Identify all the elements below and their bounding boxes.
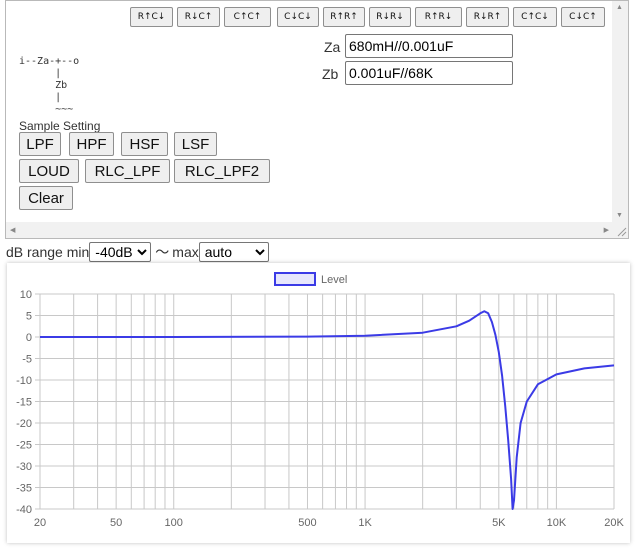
- rlc-lpf-button[interactable]: RLC_LPF: [85, 159, 170, 183]
- vertical-scrollbar[interactable]: ▲ ▼: [612, 1, 628, 222]
- lsf-button[interactable]: LSF: [174, 132, 217, 156]
- rlc-lpf2-button[interactable]: RLC_LPF2: [174, 159, 270, 183]
- x-tick-label: 5K: [492, 517, 506, 529]
- scroll-left-icon[interactable]: ◀: [10, 226, 15, 234]
- y-tick-label: 5: [26, 311, 32, 323]
- za-label: Za: [324, 39, 341, 55]
- y-tick-label: -10: [16, 375, 32, 387]
- x-tick-label: 500: [298, 517, 316, 529]
- preset-button-2[interactable]: C↑C↑: [224, 7, 271, 27]
- scroll-up-icon[interactable]: ▲: [616, 4, 623, 11]
- sample-setting-title: Sample Setting: [19, 119, 101, 133]
- range-separator: 〜: [155, 245, 170, 261]
- preset-button-4[interactable]: R↑R↑: [323, 7, 365, 27]
- preset-button-1[interactable]: R↓C↑: [177, 7, 220, 27]
- chart-canvas: 1050-5-10-15-20-25-30-35-4020 50 100 500 1K 5…: [16, 272, 624, 529]
- y-tick-label: -30: [16, 461, 32, 473]
- legend-label: Level: [321, 274, 347, 286]
- zb-label: Zb: [322, 66, 339, 82]
- y-tick-label: -25: [16, 440, 32, 452]
- preset-button-0[interactable]: R↑C↓: [130, 7, 173, 27]
- resize-handle-icon[interactable]: [612, 222, 628, 238]
- legend-swatch: [274, 272, 316, 286]
- y-tick-label: -20: [16, 418, 32, 430]
- horizontal-scrollbar[interactable]: ◀ ▶: [6, 222, 613, 238]
- clear-button[interactable]: Clear: [19, 186, 73, 210]
- y-tick-label: -15: [16, 397, 32, 409]
- y-tick-label: -35: [16, 483, 32, 495]
- y-tick-label: 10: [20, 289, 32, 301]
- lpf-button[interactable]: LPF: [19, 132, 61, 156]
- x-tick-label: 100: [165, 517, 183, 529]
- preset-button-8[interactable]: C↑C↓: [513, 7, 557, 27]
- x-tick-label: 1K: [358, 517, 372, 529]
- x-tick-label: 20K: [604, 517, 624, 529]
- hsf-button[interactable]: HSF: [121, 132, 168, 156]
- db-range-min-label: dB range min: [6, 244, 90, 260]
- preset-button-7[interactable]: R↓R↑: [466, 7, 509, 27]
- circuit-schematic: i--Za-+--o | Zb | ~~~: [19, 56, 80, 115]
- y-tick-label: 0: [26, 332, 32, 344]
- db-max-select[interactable]: auto: [198, 242, 269, 262]
- x-tick-label: 20: [34, 517, 46, 529]
- level-series-line: [40, 310, 615, 510]
- y-tick-label: -5: [22, 354, 32, 366]
- frequency-response-chart: 10 5 0 -5 -10 -15 -20 -25 -30 -35 -40 20 50 100 500 1K 5…: [7, 263, 630, 543]
- za-input[interactable]: [345, 34, 513, 58]
- preset-button-6[interactable]: R↑R↓: [415, 7, 462, 27]
- scroll-down-icon[interactable]: ▼: [616, 212, 623, 219]
- filter-settings-panel: R↑C↓ R↓C↑ C↑C↑ C↓C↓ R↑R↑ R↓R↓ R↑R↓ R↓R↑ C↑C↓ C↓C↑…: [5, 0, 629, 239]
- db-range-controls: dB range min -40dB 〜 max auto: [6, 241, 269, 263]
- scroll-right-icon[interactable]: ▶: [604, 226, 609, 234]
- preset-button-5[interactable]: R↓R↓: [369, 7, 411, 27]
- db-range-max-label: max: [172, 244, 199, 260]
- preset-button-3[interactable]: C↓C↓: [277, 7, 319, 27]
- preset-button-9[interactable]: C↓C↑: [561, 7, 605, 27]
- zb-input[interactable]: [345, 61, 513, 85]
- loud-button[interactable]: LOUD: [19, 159, 79, 183]
- db-min-select[interactable]: -40dB: [89, 242, 152, 262]
- x-tick-label: 10K: [547, 517, 567, 529]
- hpf-button[interactable]: HPF: [69, 132, 114, 156]
- x-tick-label: 50: [110, 517, 122, 529]
- y-tick-label: -40: [16, 504, 32, 516]
